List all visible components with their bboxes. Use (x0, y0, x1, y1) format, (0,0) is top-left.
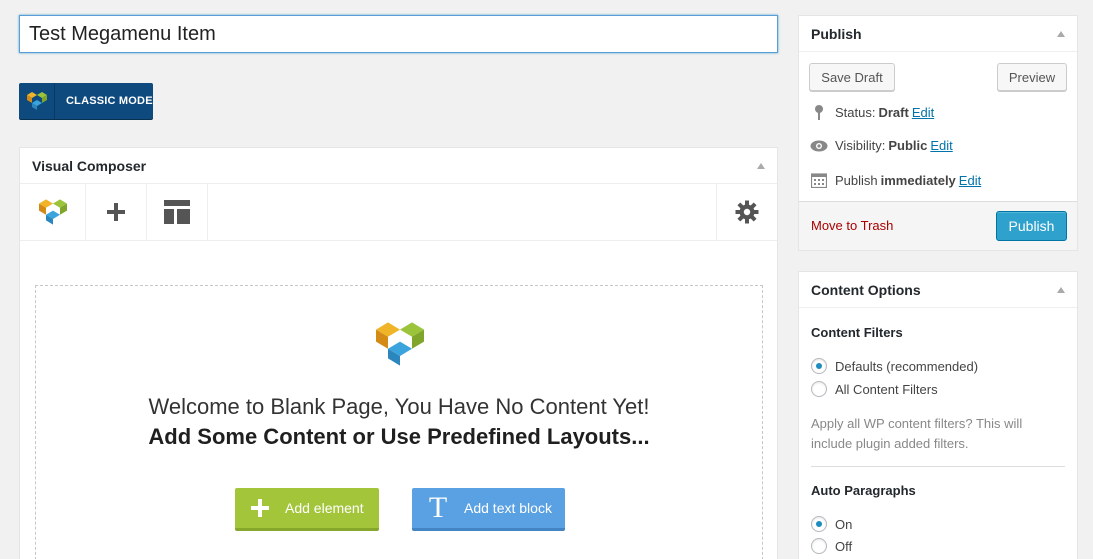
status-value: Draft (878, 104, 909, 120)
publish-date-value: immediately (880, 172, 956, 188)
settings-button[interactable] (716, 184, 777, 240)
edit-visibility-link[interactable]: Edit (930, 138, 952, 153)
layout-icon (164, 200, 190, 224)
publish-header: Publish (799, 16, 1077, 52)
publish-date-row: Publish immediately Edit (809, 172, 981, 188)
collapse-arrow-icon[interactable] (757, 162, 765, 169)
visual-composer-panel: Visual Composer Welcome to Blank Page, Y… (19, 147, 778, 559)
move-to-trash-link[interactable]: Move to Trash (811, 218, 893, 233)
status-row: Status: Draft Edit (809, 104, 934, 120)
plus-icon (107, 203, 125, 221)
pin-icon (809, 104, 829, 120)
vc-logo-icon (38, 199, 67, 225)
filter-defaults-label: Defaults (recommended) (835, 358, 979, 374)
edit-status-link[interactable]: Edit (912, 105, 934, 120)
collapse-arrow-icon[interactable] (1057, 286, 1065, 293)
post-title-input[interactable]: Test Megamenu Item (19, 15, 778, 53)
publish-date-label: Publish (835, 172, 878, 188)
welcome-message: Welcome to Blank Page, You Have No Conte… (148, 394, 650, 419)
publish-button[interactable]: Publish (996, 211, 1067, 241)
classic-mode-label: CLASSIC MODE (66, 95, 153, 107)
vc-header: Visual Composer (20, 148, 777, 184)
filter-all-option[interactable]: All Content Filters (811, 381, 938, 397)
add-element-button[interactable]: Add element (235, 488, 379, 531)
add-element-label: Add element (285, 500, 364, 516)
status-label: Status: (835, 104, 876, 120)
visibility-label: Visibility: (835, 138, 886, 153)
auto-p-off-label: Off (835, 538, 853, 554)
save-draft-button[interactable]: Save Draft (809, 63, 895, 91)
collapse-arrow-icon[interactable] (1057, 30, 1065, 37)
vc-title: Visual Composer (32, 157, 147, 174)
filter-all-label: All Content Filters (835, 381, 938, 397)
visibility-value: Public (888, 138, 928, 153)
visibility-row: Visibility: Public Edit (809, 138, 953, 153)
publish-panel: Publish Save Draft Preview Status: Draft… (798, 15, 1078, 251)
gear-icon (735, 200, 759, 224)
welcome-subtitle: Add Some Content or Use Predefined Layou… (148, 424, 650, 449)
filters-help-text: Apply all WP content filters? This will … (811, 416, 1023, 451)
edit-publish-date-link[interactable]: Edit (959, 173, 981, 188)
eye-icon (809, 140, 829, 152)
vc-toolbar (20, 184, 777, 241)
add-element-toolbar-button[interactable] (86, 184, 147, 240)
content-filters-title: Content Filters (811, 325, 903, 340)
publish-actions: Move to Trash Publish (799, 201, 1077, 250)
auto-paragraphs-title: Auto Paragraphs (811, 483, 916, 498)
radio-button[interactable] (811, 538, 827, 554)
content-options-title: Content Options (811, 281, 921, 298)
publish-title: Publish (811, 25, 862, 42)
empty-content-dropzone[interactable]: Welcome to Blank Page, You Have No Conte… (35, 285, 763, 559)
add-text-block-label: Add text block (464, 500, 552, 516)
auto-p-off-option[interactable]: Off (811, 538, 852, 554)
content-options-panel: Content Options Content Filters Defaults… (798, 271, 1078, 559)
radio-button[interactable] (811, 381, 827, 397)
radio-button-checked[interactable] (811, 358, 827, 374)
add-text-block-button[interactable]: T Add text block (412, 488, 565, 531)
auto-p-on-option[interactable]: On (811, 516, 852, 532)
auto-p-on-label: On (835, 516, 853, 532)
radio-button-checked[interactable] (811, 516, 827, 532)
text-t-icon: T (428, 491, 448, 524)
vc-logo-icon (19, 83, 55, 119)
content-options-header: Content Options (799, 272, 1077, 308)
plus-icon (235, 499, 285, 517)
preview-button[interactable]: Preview (997, 63, 1067, 91)
vc-logo-icon (376, 320, 424, 371)
calendar-icon (809, 172, 829, 188)
filter-defaults-option[interactable]: Defaults (recommended) (811, 358, 978, 374)
vc-logo-button[interactable] (20, 184, 86, 240)
templates-button[interactable] (147, 184, 208, 240)
section-divider (811, 466, 1065, 467)
classic-mode-button[interactable]: CLASSIC MODE (19, 83, 153, 119)
